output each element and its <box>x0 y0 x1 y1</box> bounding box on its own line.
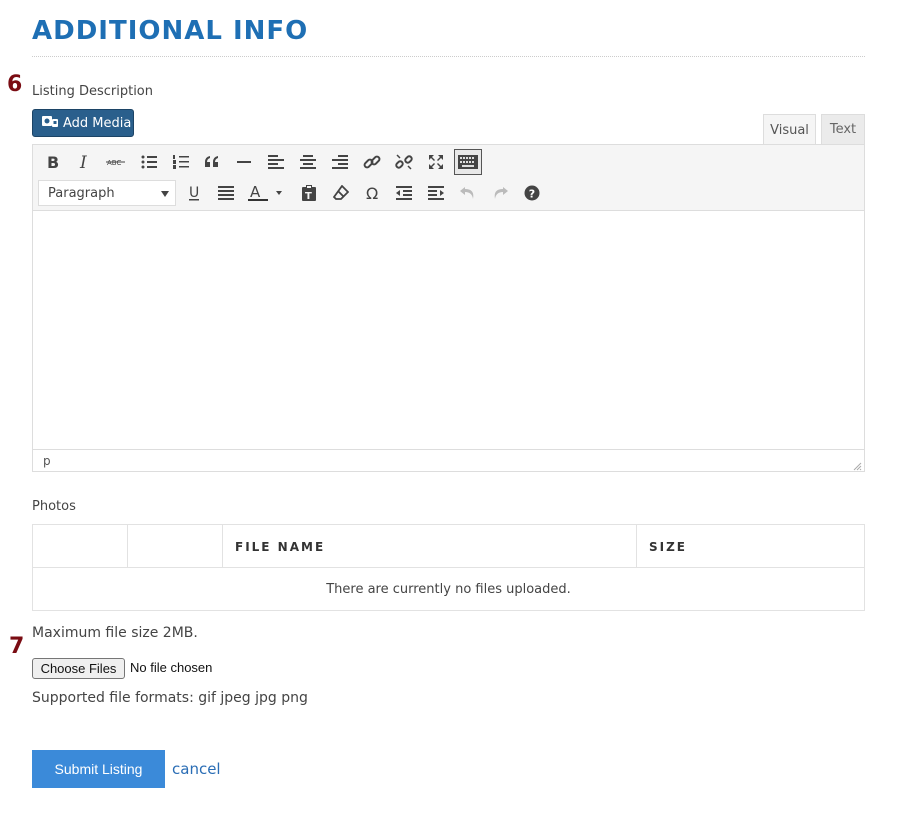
step-number-6: 6 <box>7 72 23 97</box>
section-title: ADDITIONAL INFO <box>32 16 309 46</box>
files-table: FILE NAME SIZE There are currently no fi… <box>32 524 865 611</box>
cancel-link[interactable]: cancel <box>172 760 221 778</box>
listing-description-label: Listing Description <box>32 84 153 99</box>
editor-statusbar: p <box>33 449 864 471</box>
bold-icon[interactable]: B <box>40 149 66 175</box>
choose-files-button[interactable]: Choose Files <box>32 658 125 679</box>
clear-formatting-icon[interactable] <box>328 180 354 206</box>
element-path[interactable]: p <box>43 454 51 468</box>
align-right-icon[interactable] <box>327 149 353 175</box>
photos-label: Photos <box>32 499 76 514</box>
column-header <box>33 525 128 568</box>
max-file-size-text: Maximum file size 2MB. <box>32 625 198 641</box>
step-number-7: 7 <box>9 634 25 659</box>
column-header <box>128 525 223 568</box>
submit-listing-button[interactable]: Submit Listing <box>32 750 165 788</box>
help-icon[interactable]: ? <box>519 180 545 206</box>
fullscreen-icon[interactable] <box>423 149 449 175</box>
text-color-icon[interactable]: A <box>245 180 287 206</box>
media-icon <box>41 113 59 133</box>
align-center-icon[interactable] <box>295 149 321 175</box>
chevron-down-icon <box>161 191 169 197</box>
supported-formats-text: Supported file formats: gif jpeg jpg png <box>32 690 308 706</box>
special-character-icon[interactable]: Ω <box>360 180 386 206</box>
horizontal-line-icon[interactable] <box>231 149 257 175</box>
format-select[interactable]: Paragraph <box>38 180 176 206</box>
outdent-icon[interactable] <box>391 180 417 206</box>
editor-content-area[interactable] <box>33 211 864 449</box>
svg-text:B: B <box>47 154 59 170</box>
svg-text:T: T <box>305 191 312 201</box>
indent-icon[interactable] <box>423 180 449 206</box>
column-header-file-name: FILE NAME <box>223 525 637 568</box>
justify-icon[interactable] <box>213 180 239 206</box>
svg-text:ABC: ABC <box>107 159 121 167</box>
svg-text:U: U <box>189 185 199 201</box>
redo-icon[interactable] <box>487 180 513 206</box>
no-file-chosen-text: No file chosen <box>130 660 213 675</box>
undo-icon[interactable] <box>455 180 481 206</box>
add-media-label: Add Media <box>63 115 132 131</box>
svg-text:Ω: Ω <box>366 185 378 201</box>
column-header-size: SIZE <box>649 539 688 554</box>
rich-text-editor: B I ABC Paragraph U A T Ω ? p <box>32 144 865 472</box>
editor-toolbar: B I ABC Paragraph U A T Ω ? <box>33 145 864 211</box>
tab-visual[interactable]: Visual <box>763 114 816 145</box>
italic-icon[interactable]: I <box>72 149 98 175</box>
format-select-value: Paragraph <box>48 185 115 201</box>
svg-text:?: ? <box>529 188 535 201</box>
tab-text[interactable]: Text <box>821 114 865 144</box>
empty-files-message: There are currently no files uploaded. <box>326 582 571 597</box>
underline-icon[interactable]: U <box>181 180 207 206</box>
toolbar-toggle-icon[interactable] <box>454 149 482 175</box>
strikethrough-icon[interactable]: ABC <box>103 149 129 175</box>
svg-text:I: I <box>79 154 87 170</box>
title-divider <box>32 56 865 57</box>
numbered-list-icon[interactable] <box>168 149 194 175</box>
blockquote-icon[interactable] <box>199 149 225 175</box>
add-media-button[interactable]: Add Media <box>32 109 134 137</box>
link-icon[interactable] <box>359 149 385 175</box>
paste-text-icon[interactable]: T <box>296 180 322 206</box>
bullet-list-icon[interactable] <box>136 149 162 175</box>
align-left-icon[interactable] <box>263 149 289 175</box>
unlink-icon[interactable] <box>391 149 417 175</box>
table-header-row: FILE NAME SIZE <box>33 525 864 568</box>
svg-text:A: A <box>250 184 261 201</box>
resize-grip-icon[interactable] <box>853 460 862 471</box>
